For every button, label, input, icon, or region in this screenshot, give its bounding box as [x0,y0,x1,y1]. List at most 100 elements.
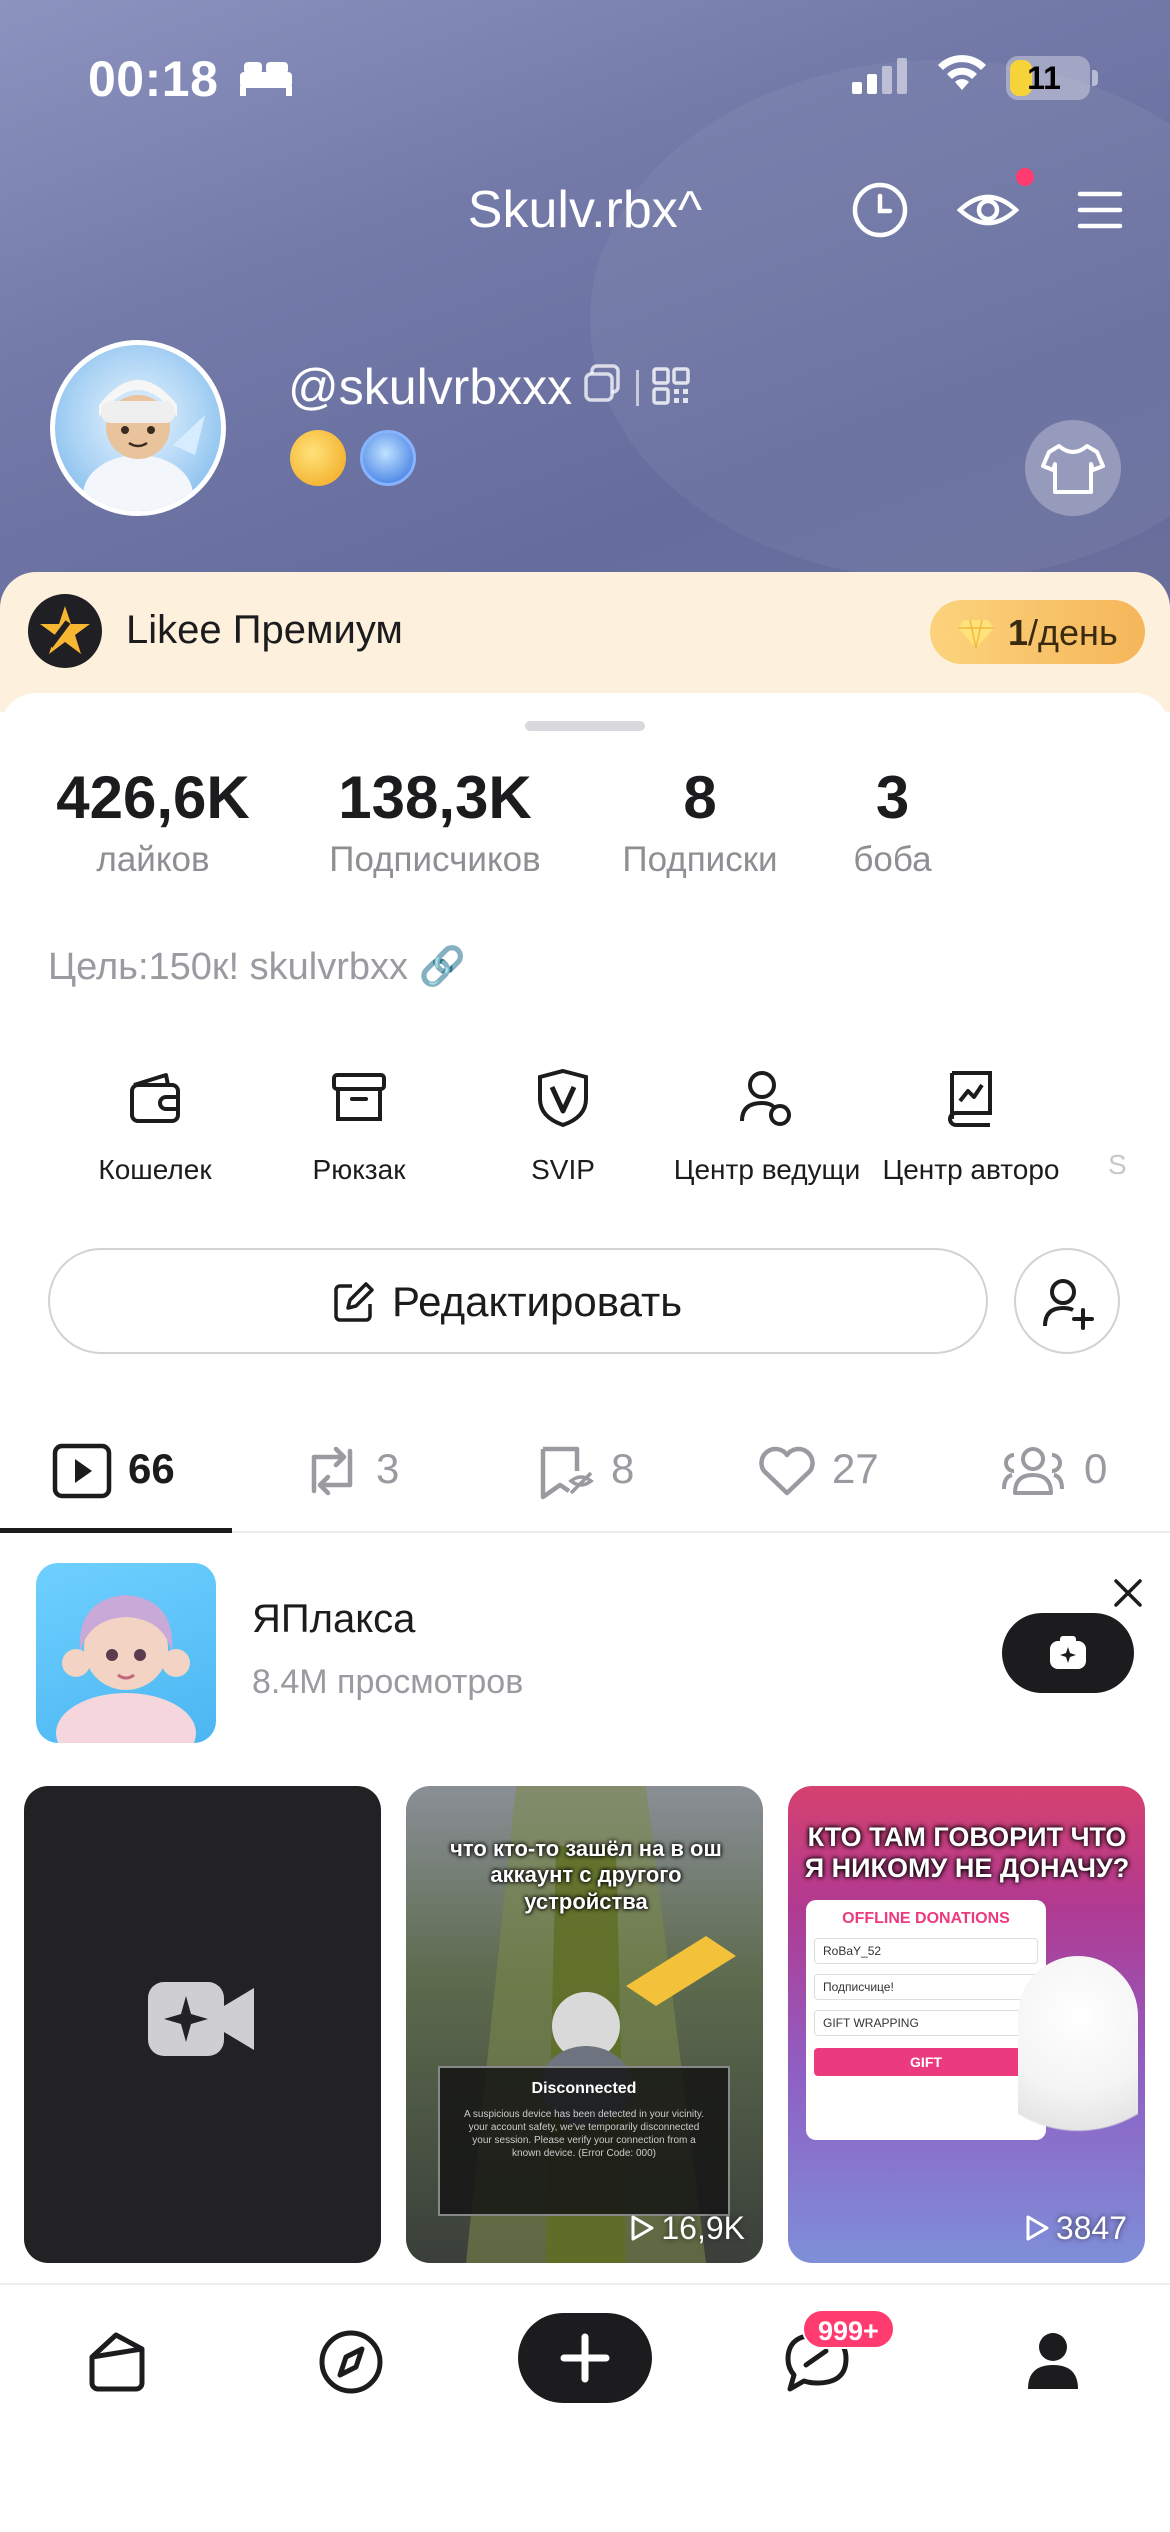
tool-label: Центр авторо [882,1154,1060,1185]
menu-icon[interactable] [1070,180,1130,240]
qr-code-icon[interactable] [650,365,692,407]
suggested-creator-thumbnail[interactable] [36,1563,216,1743]
stat-followers[interactable]: 138,3K Подписчиков [310,763,560,880]
video-title: КТО ТАМ ГОВОРИТ ЧТО Я НИКОМУ НЕ ДОНАЧУ? [804,1822,1130,1884]
premium-price-pill[interactable]: 1/день [930,600,1145,664]
heart-icon [759,1446,815,1496]
tab-count: 66 [128,1445,175,1492]
premium-label: Likee Премиум [126,608,403,652]
tab-groups[interactable]: 0 [1000,1437,1130,1507]
creator-center-icon [948,1071,992,1127]
panel-row: RoBaY_52 [814,1938,1038,1964]
premium-banner[interactable]: Likee Премиум 1/день [0,572,1170,712]
video-tile[interactable]: КТО ТАМ ГОВОРИТ ЧТО Я НИКОМУ НЕ ДОНАЧУ? … [788,1786,1145,2263]
avatar[interactable] [50,340,226,516]
edit-profile-label: Редактировать [392,1278,683,1325]
svip-shield-icon [538,1068,588,1128]
tab-count: 0 [1084,1445,1108,1492]
stat-value: 8 [683,764,717,831]
suggested-creator-row[interactable]: ЯПлакса 8.4M просмотров [0,1553,1170,1753]
copy-icon[interactable] [582,362,624,404]
star-icon [40,606,90,654]
tool-label: Кошелек [98,1154,212,1185]
plus-icon [560,2333,610,2383]
outfit-button[interactable] [1025,420,1121,516]
battery-percent: 11 [1027,60,1061,96]
tool-host-center[interactable]: Центр ведущи [662,1063,872,1186]
edit-profile-button[interactable]: Редактировать [48,1248,988,1354]
use-template-button[interactable] [1002,1613,1134,1693]
profile-icon[interactable] [1018,2327,1088,2397]
tools-row: Кошелек Рюкзак SVIP Центр ведущи Центр а… [0,1063,1170,1193]
premium-price-unit: /день [1028,612,1118,653]
dialog-body: A suspicious device has been detected in… [464,2109,704,2159]
tab-count: 3 [376,1445,400,1492]
tab-count: 8 [611,1445,635,1492]
stat-label: Подписчиков [329,840,541,879]
profile-content-card: 426,6K лайков 138,3K Подписчиков 8 Подпи… [0,693,1170,2532]
premium-price: 1/день [1008,612,1118,654]
tool-more[interactable]: S [1070,1063,1170,1181]
content-tabs: 66 3 8 27 0 [0,1413,1170,1533]
stat-value: 426,6K [56,764,250,831]
video-camera-sparkle-icon [148,1982,254,2056]
panel-title: OFFLINE DONATIONS [842,1910,1010,1927]
status-bar: 00:18 11 [0,40,1170,120]
wallet-icon [130,1073,180,1123]
hand-badge-icon[interactable] [290,430,346,486]
tool-backpack[interactable]: Рюкзак [254,1063,464,1186]
close-icon[interactable] [1108,1573,1148,1613]
play-icon [631,2215,654,2241]
video-views-count: 3847 [1055,2210,1127,2246]
donations-panel: OFFLINE DONATIONS RoBaY_52 Подписчице! G… [806,1900,1046,2140]
panel-row: Подписчице! [814,1974,1038,2000]
creator-portrait-image [56,1595,196,1743]
tab-videos[interactable]: 66 [52,1437,192,1507]
host-center-icon [740,1071,791,1126]
stat-value: 138,3K [338,764,532,831]
diamond-badge-icon[interactable] [360,430,416,486]
notification-dot [1016,168,1034,186]
eye-icon[interactable] [956,180,1020,240]
profile-username: @skulvrbxxx [288,359,573,415]
messages-badge: 999+ [802,2309,895,2349]
tab-bookmarks[interactable]: 8 [535,1437,665,1507]
tool-creator-center[interactable]: Центр авторо [866,1063,1076,1186]
create-button[interactable] [518,2313,652,2403]
dialog-title: Disconnected [531,2080,637,2097]
bed-icon [240,62,292,96]
stat-following[interactable]: 8 Подписки [610,763,790,880]
add-friend-button[interactable] [1014,1248,1120,1354]
shirt-icon [1041,444,1105,494]
home-icon[interactable] [82,2327,152,2397]
history-clock-icon[interactable] [850,180,910,240]
stat-label: лайков [96,840,210,879]
gem-icon [958,619,994,648]
stat-label: боба [853,840,932,879]
video-tile-create[interactable] [24,1786,381,2263]
tool-wallet[interactable]: Кошелек [50,1063,260,1186]
group-icon [1002,1447,1064,1495]
video-views: 3847 [1024,2210,1127,2247]
stat-boba[interactable]: 3 боба [840,763,945,880]
drag-handle[interactable] [525,721,645,731]
stat-likes[interactable]: 426,6K лайков [48,763,258,880]
active-tab-indicator [0,1528,232,1533]
premium-price-amount: 1 [1008,612,1029,653]
status-time: 00:18 [88,51,219,107]
wifi-icon [938,55,986,90]
video-views: 16,9K [629,2210,745,2247]
explore-compass-icon[interactable] [316,2327,386,2397]
tab-reposts[interactable]: 3 [300,1437,430,1507]
cellular-signal-icon [852,58,907,94]
profile-bio: Цель:150к! skulvrbxx 🔗 [48,946,466,988]
backpack-icon [332,1073,386,1121]
tool-svip[interactable]: SVIP [458,1063,668,1186]
video-character-image [1018,1956,1138,2196]
video-tile[interactable]: что кто-то зашёл на в ош аккаунт с друго… [406,1786,763,2263]
panel-gift-button: GIFT [814,2048,1038,2076]
tab-likes[interactable]: 27 [756,1437,906,1507]
more-icon [1085,1063,1155,1133]
video-views-count: 16,9K [661,2210,745,2246]
stat-value: 3 [875,764,910,831]
